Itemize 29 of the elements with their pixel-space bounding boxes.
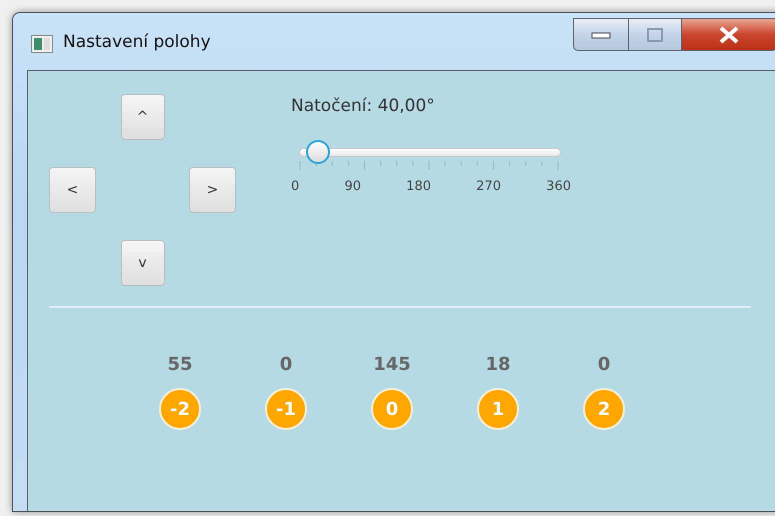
bin-badge: -2 (159, 388, 201, 430)
slider-thumb[interactable] (306, 140, 330, 164)
minimize-icon (591, 30, 611, 40)
tick-label: 0 (291, 179, 300, 194)
count-value: 0 (598, 354, 610, 375)
maximize-icon (647, 28, 663, 42)
maximize-button[interactable] (628, 18, 682, 51)
close-icon (718, 26, 740, 44)
count-value: 0 (280, 354, 292, 375)
tick-label: 90 (344, 179, 361, 194)
close-button[interactable] (681, 18, 775, 51)
bin-badge: -1 (265, 388, 307, 430)
tick-label: 360 (546, 179, 571, 194)
minimize-button[interactable] (573, 18, 629, 51)
count-value: 55 (167, 354, 193, 375)
rotation-label: Natočení: 40,00° (291, 96, 436, 116)
count-value: 18 (485, 354, 511, 375)
direction-button[interactable]: ^ (120, 94, 164, 140)
bin-badge: 2 (583, 388, 625, 430)
count-value: 145 (373, 354, 411, 375)
direction-button[interactable]: < (49, 167, 96, 213)
app-icon (31, 35, 53, 53)
tick-label: 270 (476, 179, 501, 194)
bin-badge: 0 (371, 388, 413, 430)
direction-button[interactable]: > (189, 167, 236, 213)
direction-button[interactable]: v (120, 240, 164, 286)
bin-badge: 1 (477, 388, 519, 430)
tick-label: 180 (406, 179, 431, 194)
window-title: Nastavení polohy (63, 32, 211, 52)
